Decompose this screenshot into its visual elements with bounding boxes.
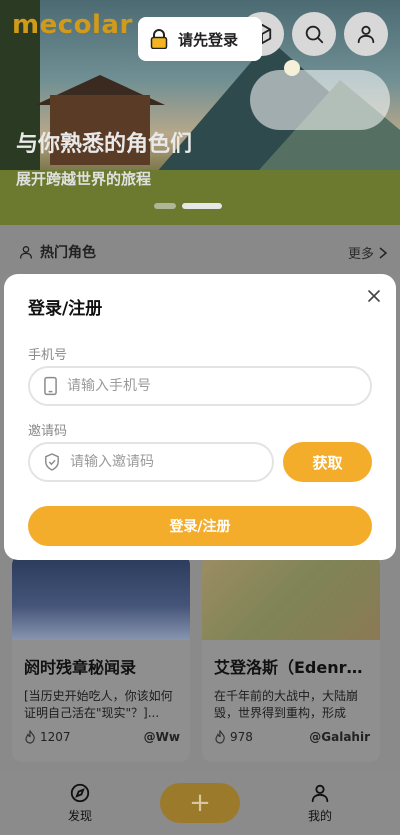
- phone-label: 手机号: [28, 348, 68, 363]
- carousel-dot[interactable]: [154, 203, 176, 209]
- card-author[interactable]: @Ww: [144, 730, 180, 744]
- person-icon: [20, 246, 32, 259]
- user-icon: [311, 784, 329, 803]
- card-title: 阏时残章秘闻录: [24, 658, 137, 677]
- tab-mine-label: 我的: [307, 809, 332, 823]
- app-logo: mecolar: [12, 10, 133, 40]
- section-title: 热门角色: [18, 242, 96, 262]
- login-prompt-text: 请先登录: [178, 30, 239, 49]
- carousel-indicator: [154, 203, 222, 209]
- carousel-dot-active[interactable]: [182, 203, 222, 209]
- hero-cloud: [250, 70, 390, 130]
- search-button[interactable]: [292, 12, 336, 56]
- card-image: [12, 555, 190, 640]
- profile-button[interactable]: [344, 12, 388, 56]
- close-button[interactable]: [364, 286, 384, 306]
- hero-title: 与你熟悉的角色们: [16, 132, 193, 157]
- phone-input[interactable]: [67, 378, 370, 394]
- more-link-text: 更多: [347, 247, 374, 262]
- character-card[interactable]: 阏时残章秘闻录 [当历史开始吃人，你该如何证明自己活在"现实"？]... 120…: [12, 555, 190, 762]
- card-description: 在千年前的大战中，大陆崩毁，世界得到重构，形成了...: [214, 689, 359, 720]
- more-link[interactable]: 更多: [348, 243, 388, 262]
- card-image: [202, 555, 380, 640]
- modal-title: 登录/注册: [28, 299, 103, 319]
- login-prompt-pill[interactable]: 请先登录: [138, 17, 262, 61]
- invite-code-input[interactable]: [69, 454, 272, 470]
- create-button[interactable]: +: [160, 783, 240, 823]
- tab-discover-label: 发现: [67, 809, 92, 823]
- plus-icon: +: [189, 788, 211, 818]
- card-description: [当历史开始吃人，你该如何证明自己活在"现实"？]...: [24, 689, 173, 720]
- invite-code-field[interactable]: [28, 442, 274, 482]
- shield-check-icon: [45, 453, 59, 471]
- section-title-text: 热门角色: [40, 245, 96, 261]
- character-card[interactable]: 艾登洛斯（Edenros... 在千年前的大战中，大陆崩毁，世界得到重构，形成了…: [202, 555, 380, 762]
- card-likes-count: 978: [230, 730, 253, 744]
- flame-icon: [215, 730, 225, 744]
- card-footer: 1207 @Ww: [24, 730, 180, 744]
- lock-icon: [150, 29, 168, 49]
- invite-code-label: 邀请码: [28, 424, 68, 439]
- chevron-right-icon: [379, 246, 388, 259]
- login-register-button[interactable]: 登录/注册: [28, 506, 372, 546]
- tab-discover[interactable]: 发现: [50, 782, 110, 824]
- card-author[interactable]: @Galahir: [309, 730, 370, 744]
- phone-icon: [44, 376, 57, 396]
- card-likes: 1207: [24, 730, 71, 744]
- card-likes-count: 1207: [40, 730, 71, 744]
- phone-field[interactable]: [28, 366, 372, 406]
- tab-mine[interactable]: 我的: [290, 782, 350, 824]
- card-title: 艾登洛斯（Edenros...: [214, 658, 368, 677]
- close-icon: [368, 290, 380, 302]
- user-icon: [357, 25, 375, 44]
- search-icon: [305, 25, 324, 44]
- login-modal: 登录/注册 手机号 邀请码 获取 登录/注册: [4, 274, 396, 560]
- card-footer: 978 @Galahir: [214, 730, 370, 744]
- get-code-button[interactable]: 获取: [283, 442, 372, 482]
- hero-subtitle: 展开跨越世界的旅程: [16, 170, 152, 188]
- hero-moon: [284, 60, 300, 76]
- compass-icon: [70, 783, 90, 803]
- flame-icon: [25, 730, 35, 744]
- card-likes: 978: [214, 730, 253, 744]
